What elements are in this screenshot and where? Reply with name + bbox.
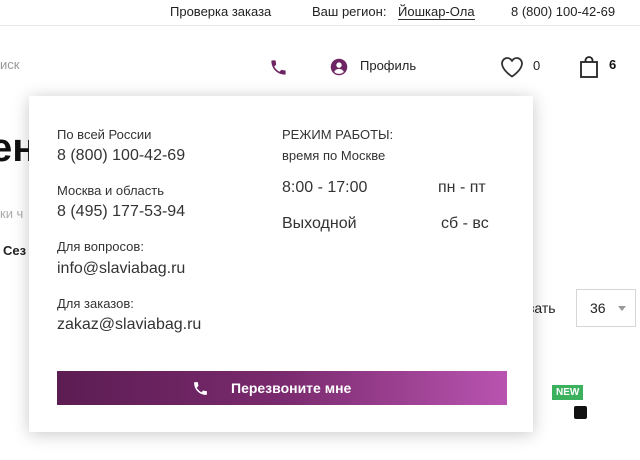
top-utility-bar: Проверка заказа Ваш регион: Йошкар-Ола 8… [0,0,640,26]
russia-label: По всей России [57,127,152,142]
schedule-subtitle: время по Москве [282,148,386,163]
user-circle-icon[interactable] [330,58,348,76]
chevron-down-icon [618,306,626,311]
region-city-link[interactable]: Йошкар-Ола [398,4,475,20]
work-hours: 8:00 - 17:00 [282,179,368,196]
callback-button[interactable]: Перезвоните мне [57,371,507,405]
contact-popup: По всей России 8 (800) 100-42-69 Москва … [29,96,533,432]
search-input-partial[interactable]: иск [0,57,19,72]
moscow-label: Москва и область [57,183,165,198]
new-badge: NEW [552,385,584,400]
phone-icon[interactable] [269,58,288,77]
per-page-value: 36 [590,300,606,316]
orders-email-link[interactable]: zakaz@slaviabag.ru [57,316,201,334]
work-days: пн - пт [438,179,486,196]
questions-email-link[interactable]: info@slaviabag.ru [57,260,185,278]
order-check-link[interactable]: Проверка заказа [170,4,271,19]
schedule-title: РЕЖИМ РАБОТЫ: [282,127,394,142]
day-off-label: Выходной [282,215,357,232]
shopping-bag-icon[interactable] [579,55,599,79]
region-label: Ваш регион: [312,4,387,19]
top-phone-link[interactable]: 8 (800) 100-42-69 [511,4,615,19]
profile-link[interactable]: Профиль [360,58,416,73]
moscow-phone-link[interactable]: 8 (495) 177-53-94 [57,203,185,221]
questions-label: Для вопросов: [57,239,144,254]
orders-label: Для заказов: [57,296,134,311]
callback-button-label: Перезвоните мне [231,380,352,396]
heart-icon[interactable] [500,56,524,78]
cart-count: 6 [609,57,617,72]
russia-phone-link[interactable]: 8 (800) 100-42-69 [57,147,185,165]
favorites-count: 0 [533,58,541,73]
phone-icon [194,382,207,395]
filter-text-partial: ки ч [0,206,24,221]
season-filter-partial[interactable]: Сез [3,243,26,258]
per-page-select[interactable]: 36 [576,289,636,327]
day-off-days: сб - вс [441,215,489,232]
external-link-icon[interactable] [574,406,587,419]
